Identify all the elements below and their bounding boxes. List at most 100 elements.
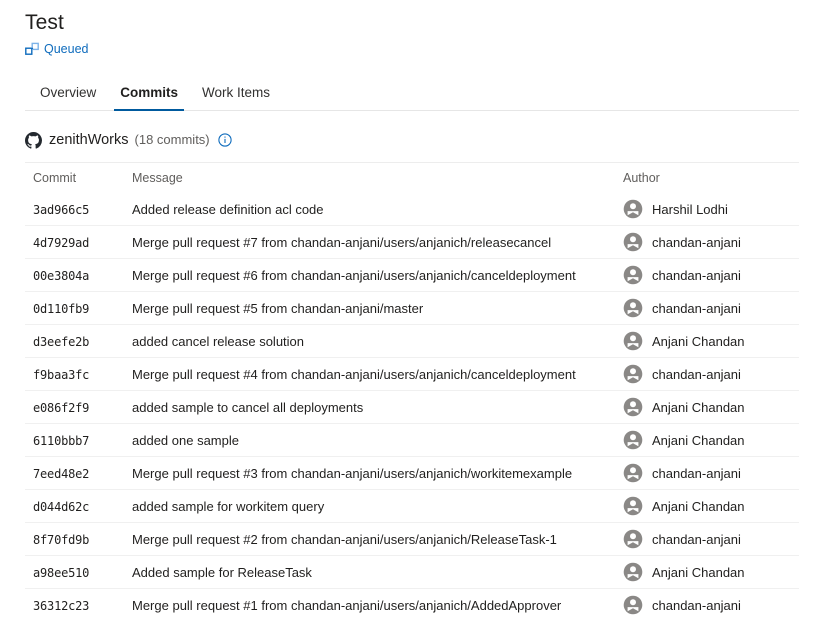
commit-message: Merge pull request #7 from chandan-anjan… [132, 235, 551, 250]
cell-author: Anjani Chandan [623, 562, 799, 582]
cell-message: Added release definition acl code [130, 202, 623, 217]
commit-hash[interactable]: 4d7929ad [33, 236, 89, 250]
avatar-icon [623, 397, 643, 417]
branch-link-icon [25, 42, 39, 56]
commit-hash[interactable]: a98ee510 [33, 566, 89, 580]
table-row[interactable]: 36312c23 Merge pull request #1 from chan… [25, 588, 799, 621]
commit-hash[interactable]: d3eefe2b [33, 335, 89, 349]
cell-commit: e086f2f9 [25, 400, 130, 415]
commit-hash[interactable]: 6110bbb7 [33, 434, 89, 448]
commit-message: added sample for workitem query [132, 499, 324, 514]
page-header: Test Queued [0, 0, 824, 58]
cell-commit: 0d110fb9 [25, 301, 130, 316]
commit-message: Merge pull request #4 from chandan-anjan… [132, 367, 576, 382]
commit-hash[interactable]: 7eed48e2 [33, 467, 89, 481]
table-header-row: Commit Message Author [25, 163, 799, 193]
column-header-author: Author [621, 171, 799, 185]
commits-table: Commit Message Author 3ad966c5 Added rel… [25, 163, 799, 621]
table-row[interactable]: a98ee510 Added sample for ReleaseTask An… [25, 555, 799, 588]
page-title: Test [25, 10, 824, 36]
cell-message: added sample to cancel all deployments [130, 400, 623, 415]
commit-hash[interactable]: 36312c23 [33, 599, 89, 613]
cell-message: Merge pull request #3 from chandan-anjan… [130, 466, 623, 481]
commit-hash[interactable]: 8f70fd9b [33, 533, 89, 547]
table-row[interactable]: e086f2f9 added sample to cancel all depl… [25, 390, 799, 423]
avatar-icon [623, 430, 643, 450]
commit-hash[interactable]: 0d110fb9 [33, 302, 89, 316]
commit-message: added one sample [132, 433, 239, 448]
cell-author: chandan-anjani [623, 298, 799, 318]
cell-commit: 3ad966c5 [25, 202, 130, 217]
tab-bar: Overview Commits Work Items [25, 76, 799, 111]
avatar-icon [623, 562, 643, 582]
table-row[interactable]: 8f70fd9b Merge pull request #2 from chan… [25, 522, 799, 555]
column-header-message: Message [130, 171, 621, 185]
table-row[interactable]: 7eed48e2 Merge pull request #3 from chan… [25, 456, 799, 489]
commit-hash[interactable]: f9baa3fc [33, 368, 89, 382]
table-body: 3ad966c5 Added release definition acl co… [25, 193, 799, 621]
table-row[interactable]: d044d62c added sample for workitem query… [25, 489, 799, 522]
cell-author: Anjani Chandan [623, 496, 799, 516]
cell-author: chandan-anjani [623, 265, 799, 285]
tab-commits[interactable]: Commits [108, 85, 190, 110]
commit-hash[interactable]: 3ad966c5 [33, 203, 89, 217]
repository-header: zenithWorks (18 commits) [25, 129, 799, 163]
avatar-icon [623, 199, 643, 219]
cell-message: Added sample for ReleaseTask [130, 565, 623, 580]
status-label: Queued [44, 41, 88, 57]
cell-author: Anjani Chandan [623, 430, 799, 450]
tab-overview[interactable]: Overview [28, 85, 108, 110]
commit-hash[interactable]: d044d62c [33, 500, 89, 514]
author-name: Anjani Chandan [652, 334, 745, 349]
cell-author: chandan-anjani [623, 529, 799, 549]
cell-author: Harshil Lodhi [623, 199, 799, 219]
cell-commit: a98ee510 [25, 565, 130, 580]
cell-message: added one sample [130, 433, 623, 448]
author-name: chandan-anjani [652, 598, 741, 613]
table-row[interactable]: f9baa3fc Merge pull request #4 from chan… [25, 357, 799, 390]
commits-page: Test Queued Overview Commits Work Items … [0, 0, 824, 616]
commit-count: (18 commits) [135, 131, 210, 149]
commit-message: Merge pull request #2 from chandan-anjan… [132, 532, 557, 547]
commit-hash[interactable]: e086f2f9 [33, 401, 89, 415]
table-row[interactable]: d3eefe2b added cancel release solution A… [25, 324, 799, 357]
commit-message: added cancel release solution [132, 334, 304, 349]
author-name: Harshil Lodhi [652, 202, 728, 217]
commit-message: Merge pull request #6 from chandan-anjan… [132, 268, 576, 283]
commit-message: Merge pull request #5 from chandan-anjan… [132, 301, 423, 316]
cell-author: Anjani Chandan [623, 397, 799, 417]
repository-name: zenithWorks [49, 131, 129, 149]
tab-work-items[interactable]: Work Items [190, 85, 282, 110]
author-name: Anjani Chandan [652, 565, 745, 580]
avatar-icon [623, 331, 643, 351]
author-name: Anjani Chandan [652, 433, 745, 448]
author-name: chandan-anjani [652, 532, 741, 547]
commit-message: Added release definition acl code [132, 202, 324, 217]
info-icon[interactable] [218, 133, 232, 147]
cell-commit: 00e3804a [25, 268, 130, 283]
commit-message: added sample to cancel all deployments [132, 400, 363, 415]
commit-message: Added sample for ReleaseTask [132, 565, 312, 580]
avatar-icon [623, 232, 643, 252]
author-name: chandan-anjani [652, 301, 741, 316]
column-header-commit: Commit [25, 171, 130, 185]
author-name: Anjani Chandan [652, 400, 745, 415]
table-row[interactable]: 0d110fb9 Merge pull request #5 from chan… [25, 291, 799, 324]
cell-author: chandan-anjani [623, 364, 799, 384]
table-row[interactable]: 4d7929ad Merge pull request #7 from chan… [25, 225, 799, 258]
author-name: chandan-anjani [652, 235, 741, 250]
cell-commit: d044d62c [25, 499, 130, 514]
cell-message: Merge pull request #6 from chandan-anjan… [130, 268, 623, 283]
cell-commit: 36312c23 [25, 598, 130, 613]
table-row[interactable]: 00e3804a Merge pull request #6 from chan… [25, 258, 799, 291]
cell-author: chandan-anjani [623, 595, 799, 615]
commit-hash[interactable]: 00e3804a [33, 269, 89, 283]
avatar-icon [623, 364, 643, 384]
build-status[interactable]: Queued [25, 40, 824, 58]
table-row[interactable]: 3ad966c5 Added release definition acl co… [25, 193, 799, 225]
cell-commit: 8f70fd9b [25, 532, 130, 547]
author-name: chandan-anjani [652, 268, 741, 283]
table-row[interactable]: 6110bbb7 added one sample Anjani Chandan [25, 423, 799, 456]
cell-message: Merge pull request #4 from chandan-anjan… [130, 367, 623, 382]
cell-message: Merge pull request #7 from chandan-anjan… [130, 235, 623, 250]
